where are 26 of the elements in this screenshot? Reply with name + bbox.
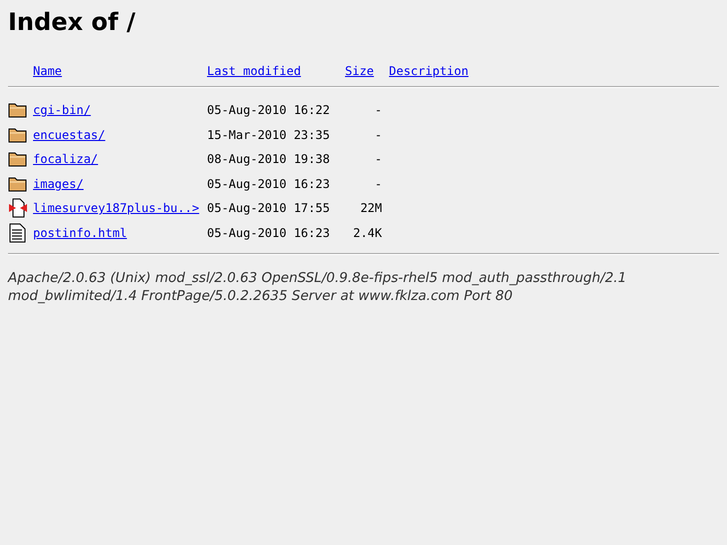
page-title: Index of / <box>8 7 136 38</box>
file-size: 2.4K <box>353 226 383 240</box>
modified-date: 05-Aug-2010 16:23 <box>207 176 330 191</box>
modified-date: 05-Aug-2010 17:55 <box>207 201 330 216</box>
column-sort-link[interactable]: Name <box>33 64 62 78</box>
file-link[interactable]: limesurvey187plus-bu..> <box>33 201 200 216</box>
file-link[interactable]: focaliza/ <box>33 152 98 166</box>
server-signature: Apache/2.0.63 (Unix) mod_ssl/2.0.63 OpenSSL/0.9.8e-fips-rhel5 mod_auth_passthrough/2.1 mod_bwlimited/1.4 FrontPage/5.0.2.2635 Server at www.fklza.com Port 80 <box>8 269 628 305</box>
modified-date: 05-Aug-2010 16:22 <box>207 103 330 118</box>
column-sort-link[interactable]: Description <box>389 64 468 78</box>
file-link[interactable]: cgi-bin/ <box>33 103 91 118</box>
file-size: 22M <box>360 201 383 216</box>
modified-date: 05-Aug-2010 16:23 <box>207 226 330 240</box>
file-link[interactable]: images/ <box>33 176 84 191</box>
compressed-file-icon <box>8 198 28 218</box>
column-sort-link[interactable]: Size <box>345 64 374 78</box>
file-link[interactable]: postinfo.html <box>33 226 127 240</box>
file-size: - <box>374 152 383 166</box>
text-file-icon <box>8 222 28 243</box>
modified-date: 15-Mar-2010 23:35 <box>207 128 330 142</box>
column-sort-link[interactable]: Last modified <box>207 64 301 78</box>
file-size: - <box>374 103 383 118</box>
modified-date: 08-Aug-2010 19:38 <box>207 152 330 166</box>
file-link[interactable]: encuestas/ <box>33 128 106 142</box>
file-size: - <box>374 128 383 142</box>
file-size: - <box>374 176 383 191</box>
